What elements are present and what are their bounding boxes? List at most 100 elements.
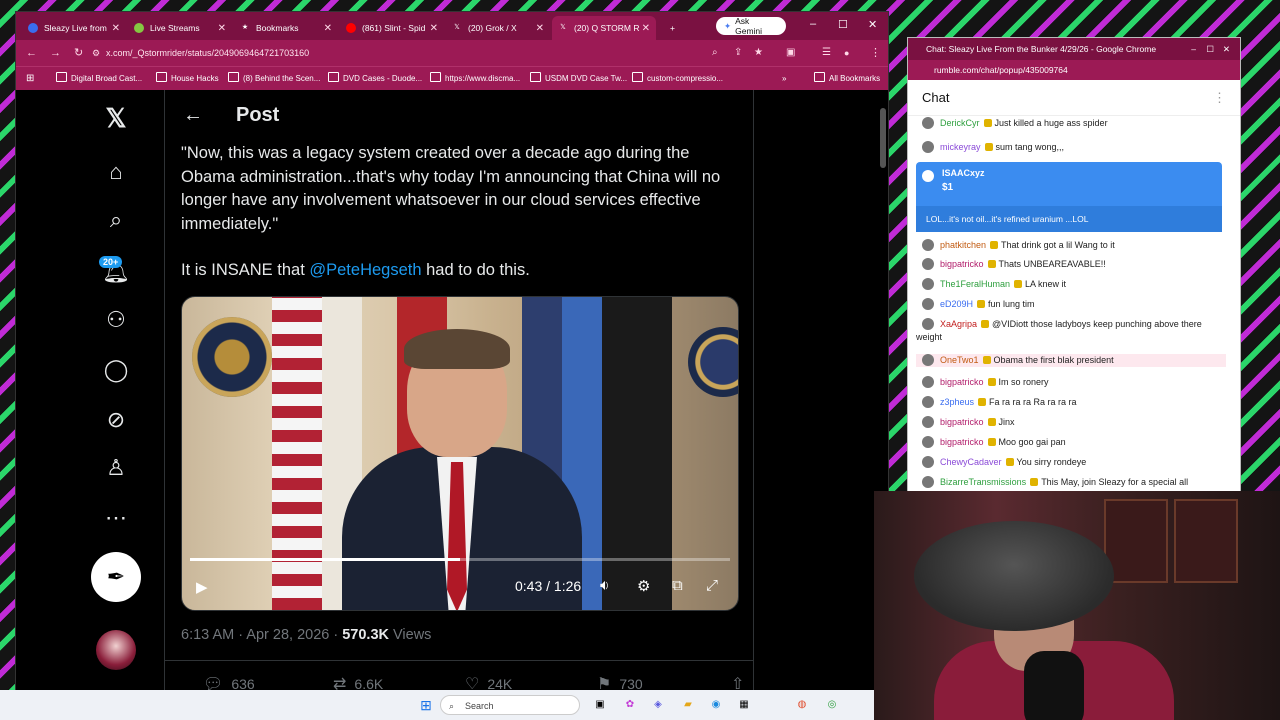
tab-6[interactable]: 𝕏 (20) Q STORM R ✕ [552, 16, 656, 40]
bookmark-item[interactable]: DVD Cases - Duode... [328, 71, 422, 87]
bookmark-item[interactable]: https://www.discma... [430, 71, 520, 87]
profile-icon[interactable]: ● [844, 44, 849, 62]
tab-5[interactable]: 𝕏 (20) Grok / X ✕ [446, 16, 550, 40]
fullscreen-icon[interactable]: ⤢ [706, 577, 718, 594]
chat-username[interactable]: ChewyCadaver [940, 457, 1002, 467]
chat-username[interactable]: DerickCyr [940, 118, 980, 128]
chat-username[interactable]: BizarreTransmissions [940, 477, 1026, 487]
chat-username[interactable]: eD209H [940, 299, 973, 309]
chat-username[interactable]: bigpatricko [940, 437, 984, 447]
back-icon[interactable]: ← [26, 44, 37, 62]
bookmark-button[interactable]: ⚑ 730 [597, 674, 643, 690]
share-button[interactable]: ⇧ [731, 674, 752, 690]
tab-close-icon[interactable]: ✕ [324, 23, 332, 34]
video-progress-bar[interactable] [190, 558, 730, 561]
video-player[interactable]: ▶ 0:43 / 1:26 🔉︎ ⚙ ⧉ ⤢ [181, 296, 739, 611]
edge-icon[interactable]: ◉ [708, 697, 724, 713]
tab-search-icon[interactable]: ☰ [822, 44, 831, 62]
chat-username[interactable]: z3pheus [940, 397, 974, 407]
site-info-icon[interactable]: ⚙ [92, 44, 100, 62]
chat-username[interactable]: XaAgripa [940, 319, 977, 329]
grok-icon[interactable]: ⊘ [102, 406, 130, 434]
share-icon[interactable]: ⇪ [734, 44, 742, 62]
bookmark-favicon-icon [632, 72, 643, 82]
chat-avatar [922, 376, 934, 388]
chrome-icon[interactable]: ◍ [794, 697, 810, 713]
more-icon[interactable]: ⋯ [102, 504, 130, 532]
obs-icon[interactable]: ◎ [824, 697, 840, 713]
new-tab-button[interactable]: + [664, 16, 684, 40]
extension-icon[interactable]: ▣ [786, 44, 795, 62]
zoom-icon[interactable]: ⌕ [712, 44, 718, 62]
more-bookmarks-icon[interactable]: » [782, 71, 786, 87]
chat-username[interactable]: bigpatricko [940, 259, 984, 269]
apps-icon[interactable]: ⊞ [26, 71, 34, 87]
chat-username[interactable]: bigpatricko [940, 417, 984, 427]
tab-close-icon[interactable]: ✕ [430, 23, 438, 34]
chat-username[interactable]: bigpatricko [940, 377, 984, 387]
profile-nav-icon[interactable]: ♙ [102, 454, 130, 482]
task-view-icon[interactable]: ▣ [592, 697, 608, 713]
play-icon[interactable]: ▶ [196, 578, 208, 596]
forward-icon[interactable]: → [50, 44, 61, 62]
bookmark-item[interactable]: custom-compressio... [632, 71, 723, 87]
taskbar-search[interactable]: ⌕ Search [440, 695, 580, 715]
tab-close-icon[interactable]: ✕ [642, 23, 650, 34]
close-icon[interactable]: ✕ [868, 18, 877, 31]
chat-maximize-icon[interactable]: ☐ [1206, 38, 1214, 60]
tab-close-icon[interactable]: ✕ [112, 23, 120, 34]
bookmark-item[interactable]: USDM DVD Case Tw... [530, 71, 627, 87]
url-field[interactable]: x.com/_Qstormrider/status/20490694647217… [106, 44, 309, 62]
maximize-icon[interactable]: ☐ [838, 18, 848, 31]
bookmark-item[interactable]: (8) Behind the Scen... [228, 71, 320, 87]
chat-username[interactable]: OneTwo1 [940, 355, 979, 365]
menu-icon[interactable]: ⋮ [870, 44, 881, 62]
tab-2[interactable]: Live Streams ✕ [128, 16, 232, 40]
search-icon[interactable]: ⌕ [102, 206, 130, 234]
chat-username[interactable]: phatkitchen [940, 240, 986, 250]
follow-icon[interactable]: ⚇ [102, 306, 130, 334]
ask-gemini-button[interactable]: ✦ Ask Gemini [716, 16, 786, 36]
minimize-icon[interactable]: – [810, 18, 816, 30]
tab-label: Bookmarks [256, 23, 299, 33]
x-logo-icon[interactable]: 𝕏 [102, 103, 130, 133]
chat-url-text: rumble.com/chat/popup/435009764 [934, 65, 1068, 75]
mention-link[interactable]: @PeteHegseth [309, 261, 421, 279]
repost-button[interactable]: ⇄ 6.6K [333, 674, 383, 690]
chat-username[interactable]: mickeyray [940, 142, 981, 152]
tab-close-icon[interactable]: ✕ [536, 23, 544, 34]
settings-icon[interactable]: ⚙ [637, 577, 650, 595]
messages-icon[interactable]: ◯ [102, 356, 130, 384]
bookmark-item[interactable]: Digital Broad Cast... [56, 71, 142, 87]
windows-start-icon[interactable]: ⊞ [418, 697, 434, 713]
scrollbar[interactable] [880, 108, 886, 168]
tab-3[interactable]: ★ Bookmarks ✕ [234, 16, 338, 40]
chat-username[interactable]: The1FeralHuman [940, 279, 1010, 289]
chat-url-bar: rumble.com/chat/popup/435009764 [908, 60, 1240, 80]
home-icon[interactable]: ⌂ [102, 158, 130, 186]
chat-menu-icon[interactable]: ⋮ [1213, 80, 1226, 116]
avatar[interactable] [96, 630, 136, 670]
pip-icon[interactable]: ⧉ [672, 577, 683, 594]
reload-icon[interactable]: ↻ [74, 44, 83, 62]
tab-4[interactable]: (861) Slint - Spid ✕ [340, 16, 444, 40]
chat-minimize-icon[interactable]: – [1191, 38, 1196, 60]
tab-close-icon[interactable]: ✕ [218, 23, 226, 34]
compose-post-button[interactable]: ✒ [91, 552, 141, 602]
copilot-icon[interactable]: ✿ [622, 697, 638, 713]
tab-label: (20) Q STORM R [574, 23, 640, 33]
tab-1[interactable]: Sleazy Live from ✕ [22, 16, 126, 40]
rant-username[interactable]: ISAACxyz [942, 168, 985, 178]
divider [165, 660, 753, 661]
back-arrow-icon[interactable]: ← [183, 104, 203, 127]
teams-icon[interactable]: ◈ [650, 697, 666, 713]
file-explorer-icon[interactable]: ▰ [680, 697, 696, 713]
reply-button[interactable]: 💬︎ 636 [203, 674, 255, 690]
bookmark-star-icon[interactable]: ★ [754, 44, 763, 62]
bookmark-item[interactable]: House Hacks [156, 71, 219, 87]
chat-close-icon[interactable]: ✕ [1223, 38, 1230, 60]
all-bookmarks-link[interactable]: All Bookmarks [814, 71, 880, 87]
store-icon[interactable]: ▦ [736, 697, 752, 713]
like-button[interactable]: ♡ 24K [465, 674, 512, 690]
volume-icon[interactable]: 🔉︎ [600, 577, 609, 594]
